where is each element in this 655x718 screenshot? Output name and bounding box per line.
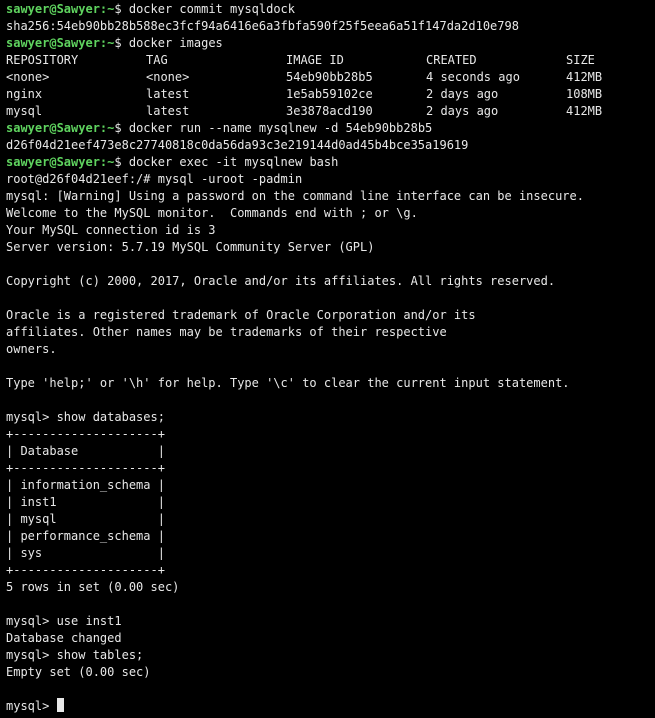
output-line: | inst1 | [6, 495, 165, 509]
cell-image-id: 1e5ab59102ce [286, 87, 373, 101]
prompt-line: sawyer@Sawyer:~$ docker images [6, 35, 655, 52]
output-line: +--------------------+ [6, 563, 165, 577]
root-shell-line: root@d26f04d21eef:/# mysql -uroot -padmi… [6, 172, 303, 186]
prompt-symbol: $ [114, 121, 129, 135]
cell-image-id: 3e3878acd190 [286, 104, 373, 118]
terminal-window[interactable]: sawyer@Sawyer:~$ docker commit mysqldock… [0, 0, 655, 718]
output-line: mysql> show tables; [6, 648, 144, 662]
output-line: owners. [6, 342, 57, 356]
prompt-user-host: sawyer@Sawyer [6, 155, 100, 169]
output-line: sha256:54eb90bb28b588ec3fcf94a6416e6a3fb… [6, 19, 519, 33]
mysql-input-line[interactable]: mysql> [6, 698, 655, 715]
mysql-prompt: mysql> [6, 699, 57, 713]
output-line: Welcome to the MySQL monitor. Commands e… [6, 206, 418, 220]
text-cursor [56, 698, 64, 712]
command-text: docker run --name mysqlnew -d 54eb90bb28… [128, 121, 433, 135]
output-line: | mysql | [6, 512, 165, 526]
images-table-row: <none> <none> 54eb90bb28b5 4 seconds ago 412… [6, 69, 655, 86]
output-line: | sys | [6, 546, 165, 560]
output-line: Oracle is a registered trademark of Orac… [6, 308, 476, 322]
output-line: | information_schema | [6, 478, 165, 492]
images-table-row: mysql latest 3e3878acd190 2 days ago 412MB [6, 103, 655, 120]
command-text: docker images [128, 36, 223, 50]
output-line: affiliates. Other names may be trademark… [6, 325, 447, 339]
prompt-symbol: $ [114, 155, 129, 169]
cell-tag: <none> [146, 70, 190, 84]
cell-tag: latest [146, 104, 190, 118]
cell-created: 4 seconds ago [426, 70, 520, 84]
cell-created: 2 days ago [426, 87, 499, 101]
output-line: Server version: 5.7.19 MySQL Community S… [6, 240, 375, 254]
prompt-user-host: sawyer@Sawyer [6, 2, 100, 16]
prompt-user-host: sawyer@Sawyer [6, 36, 100, 50]
header-size: SIZE [566, 53, 595, 67]
output-line: mysql> use inst1 [6, 614, 122, 628]
cell-size: 412MB [566, 104, 603, 118]
output-line: 5 rows in set (0.00 sec) [6, 580, 180, 594]
prompt-line: sawyer@Sawyer:~$ docker run --name mysql… [6, 120, 655, 137]
output-line: Type 'help;' or '\h' for help. Type '\c'… [6, 376, 570, 390]
command-text: docker commit mysqldock [128, 2, 296, 16]
cell-repository: nginx [6, 87, 43, 101]
output-line: Copyright (c) 2000, 2017, Oracle and/or … [6, 274, 556, 288]
header-created: CREATED [426, 53, 477, 67]
cell-size: 412MB [566, 70, 603, 84]
prompt-user-host: sawyer@Sawyer [6, 121, 100, 135]
output-line: mysql: [Warning] Using a password on the… [6, 189, 584, 203]
header-repository: REPOSITORY [6, 53, 79, 67]
images-table-row: nginx latest 1e5ab59102ce 2 days ago 108MB [6, 86, 655, 103]
cell-repository: mysql [6, 104, 43, 118]
output-line: mysql> show databases; [6, 410, 165, 424]
prompt-line: sawyer@Sawyer:~$ docker exec -it mysqlne… [6, 154, 655, 171]
output-line: | Database | [6, 444, 165, 458]
command-text: docker exec -it mysqlnew bash [128, 155, 339, 169]
prompt-symbol: $ [114, 36, 129, 50]
output-line: | performance_schema | [6, 529, 165, 543]
output-line: d26f04d21eef473e8c27740818c0da56da93c3e2… [6, 138, 469, 152]
output-line: +--------------------+ [6, 427, 165, 441]
cell-image-id: 54eb90bb28b5 [286, 70, 373, 84]
output-line: Empty set (0.00 sec) [6, 665, 151, 679]
output-line: Database changed [6, 631, 122, 645]
cell-created: 2 days ago [426, 104, 499, 118]
header-image-id: IMAGE ID [286, 53, 344, 67]
cell-size: 108MB [566, 87, 603, 101]
images-table-header: REPOSITORY TAG IMAGE ID CREATED SIZE [6, 52, 655, 69]
cell-repository: <none> [6, 70, 50, 84]
prompt-symbol: $ [114, 2, 129, 16]
cell-tag: latest [146, 87, 190, 101]
output-line: +--------------------+ [6, 461, 165, 475]
header-tag: TAG [146, 53, 168, 67]
prompt-line: sawyer@Sawyer:~$ docker commit mysqldock [6, 1, 655, 18]
output-line: Your MySQL connection id is 3 [6, 223, 216, 237]
mysql-session-output: mysql: [Warning] Using a password on the… [6, 188, 655, 698]
